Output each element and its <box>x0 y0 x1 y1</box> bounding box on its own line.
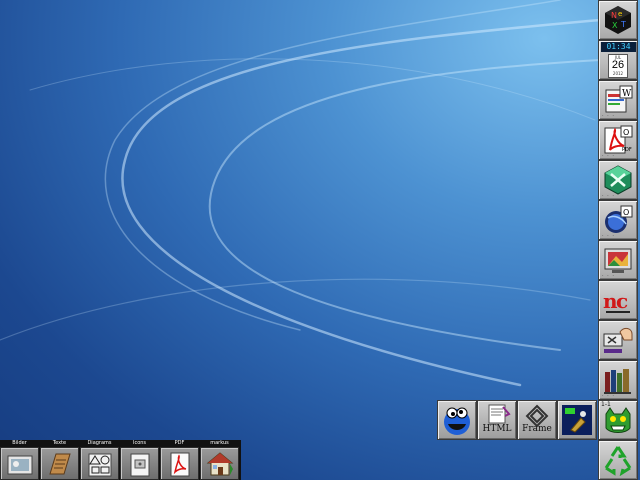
shelf-tab-label: markus <box>200 440 239 447</box>
svg-text:T: T <box>620 20 626 29</box>
library-books-icon[interactable]: . . . <box>598 360 638 400</box>
shelf-tab-label: Bilder <box>0 440 39 447</box>
shelf-tab-icons[interactable]: Icons <box>120 440 160 480</box>
ncftp-icon[interactable]: n c <box>598 280 638 320</box>
svg-text:W: W <box>622 89 632 99</box>
shelf-tab-label: Diagrams <box>80 440 119 447</box>
svg-text:N: N <box>611 11 617 20</box>
pdf-viewer-icon[interactable]: O PDF . . . <box>598 120 638 160</box>
svg-text:e: e <box>618 10 622 18</box>
text-folder-icon[interactable] <box>40 447 79 480</box>
shelf-tab-pdf[interactable]: PDF <box>160 440 200 480</box>
svg-text:X: X <box>612 21 618 30</box>
cookie-monster-icon[interactable] <box>437 400 477 440</box>
html-editor-label: HTML <box>482 424 512 434</box>
word-processor-icon[interactable]: W . . . <box>598 80 638 120</box>
game-app-icon[interactable] <box>557 400 597 440</box>
calendar-page: JUL 26 2012 <box>608 54 628 78</box>
image-folder-icon[interactable] <box>0 447 39 480</box>
dock-right: N e X T 01:34 JUL 26 2012 W . . . O PDF … <box>597 0 640 480</box>
svg-text:PDF: PDF <box>622 147 632 153</box>
svg-text:c: c <box>616 289 628 313</box>
diagram-folder-icon[interactable] <box>80 447 119 480</box>
clock-time: 01:34 <box>601 42 636 52</box>
shelf: Bilder Texte Diagrams Icons PDF markus <box>0 440 241 480</box>
framemaker-label: Frame <box>522 424 552 434</box>
html-editor-icon[interactable]: HTML <box>477 400 517 440</box>
shelf-tab-texte[interactable]: Texte <box>40 440 80 480</box>
svg-text:O: O <box>623 208 629 217</box>
shelf-tab-markus[interactable]: markus <box>200 440 240 480</box>
geometry-app-icon[interactable]: . . . <box>598 160 638 200</box>
recycler-icon[interactable] <box>598 440 638 480</box>
svg-text:O: O <box>623 128 629 137</box>
calendar-day: 26 <box>611 59 625 71</box>
framemaker-icon[interactable]: Frame <box>517 400 557 440</box>
shelf-tab-bilder[interactable]: Bilder <box>0 440 40 480</box>
pdf-folder-icon[interactable] <box>160 447 199 480</box>
home-folder-icon[interactable] <box>200 447 239 480</box>
shelf-tab-diagrams[interactable]: Diagrams <box>80 440 120 480</box>
calendar-year: 2012 <box>612 71 624 76</box>
image-viewer-icon[interactable]: . . . <box>598 240 638 280</box>
green-monster-icon[interactable]: 1-1 <box>598 400 638 440</box>
shelf-tab-label: Icons <box>120 440 159 447</box>
icons-folder-icon[interactable] <box>120 447 159 480</box>
shelf-tab-label: PDF <box>160 440 199 447</box>
shelf-tab-label: Texte <box>40 440 79 447</box>
nextstep-cube-icon[interactable]: N e X T <box>598 0 638 40</box>
terminal-hand-icon[interactable] <box>598 320 638 360</box>
clock-calendar-icon[interactable]: 01:34 JUL 26 2012 <box>598 40 638 80</box>
web-browser-icon[interactable]: O . . . <box>598 200 638 240</box>
